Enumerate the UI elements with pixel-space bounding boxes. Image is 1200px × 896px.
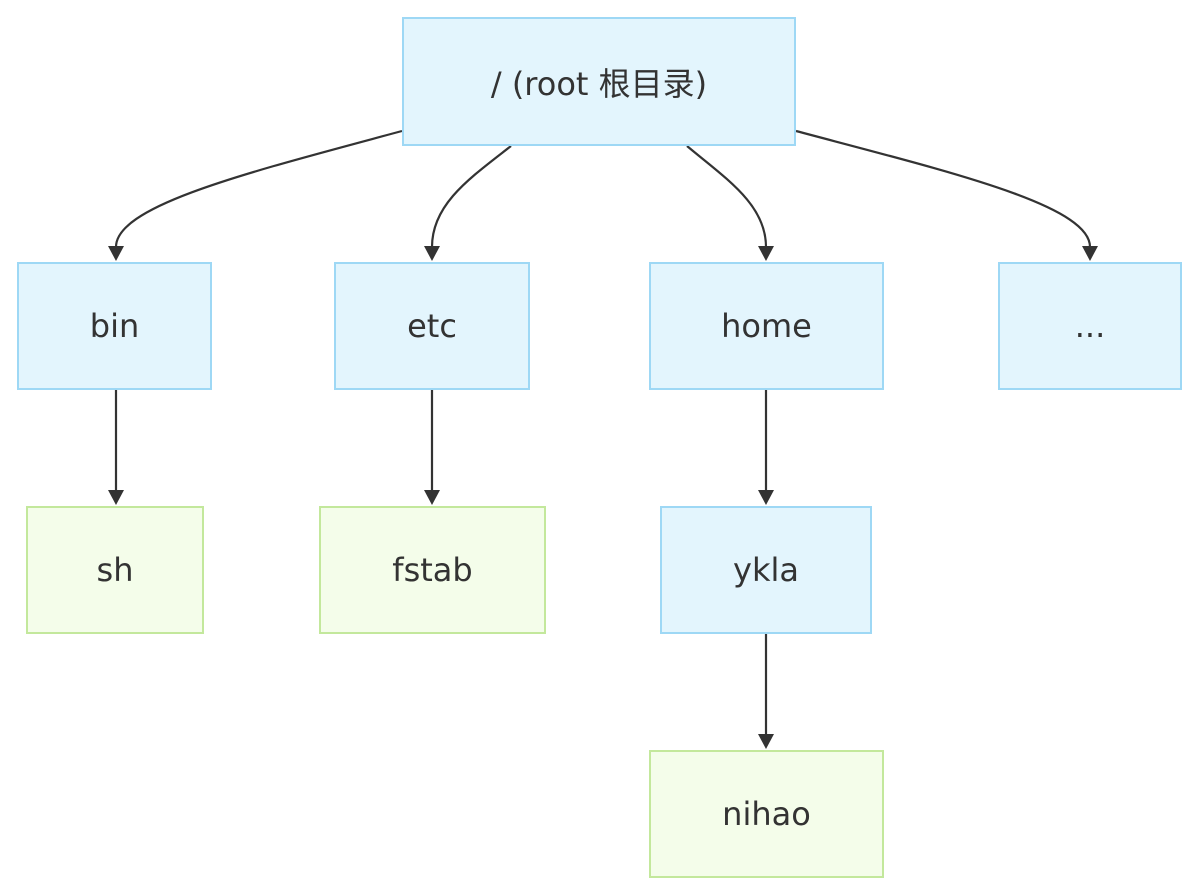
- node-nihao-label: nihao: [722, 795, 811, 833]
- node-sh-label: sh: [96, 551, 134, 589]
- node-nihao: nihao: [649, 750, 884, 878]
- node-home: home: [649, 262, 884, 390]
- node-more-label: ...: [1074, 307, 1106, 345]
- node-bin-label: bin: [89, 307, 140, 345]
- node-home-label: home: [721, 307, 812, 345]
- node-etc-label: etc: [407, 307, 457, 345]
- node-ykla-label: ykla: [733, 551, 799, 589]
- node-bin: bin: [17, 262, 212, 390]
- node-root: / (root 根目录): [402, 17, 796, 146]
- node-ykla: ykla: [660, 506, 872, 634]
- node-fstab: fstab: [319, 506, 546, 634]
- edge-etc-fstab: [424, 390, 440, 505]
- node-root-label: / (root 根目录): [490, 64, 708, 103]
- edge-home-ykla: [758, 390, 774, 505]
- node-sh: sh: [26, 506, 204, 634]
- edge-ykla-nihao: [758, 634, 774, 749]
- edge-bin-sh: [108, 390, 124, 505]
- node-etc: etc: [334, 262, 530, 390]
- edge-root-more: [795, 129, 1098, 261]
- directory-tree-diagram: / (root 根目录) bin etc home ... sh fstab y…: [0, 0, 1200, 896]
- edge-root-home: [686, 145, 774, 261]
- edge-root-bin: [108, 129, 403, 261]
- node-more: ...: [998, 262, 1182, 390]
- node-fstab-label: fstab: [392, 551, 473, 589]
- edge-root-etc: [424, 145, 512, 261]
